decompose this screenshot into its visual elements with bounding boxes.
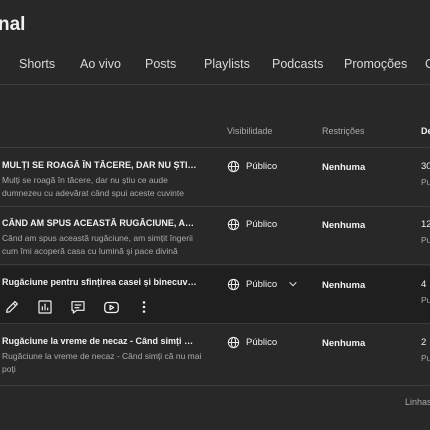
date-value: 12 — [421, 219, 430, 230]
date-status: Pu — [421, 353, 430, 363]
video-title[interactable]: CÂND AM SPUS ACEASTĂ RUGĂCIUNE, AM SI… — [2, 218, 197, 228]
video-title[interactable]: Rugăciune la vreme de necaz - Când simți… — [2, 336, 197, 346]
date-status: Pu — [421, 177, 430, 187]
visibility-label: Público — [246, 218, 278, 230]
row-divider — [0, 323, 430, 324]
globe-icon — [227, 218, 240, 230]
visibility-cell[interactable]: Público — [227, 159, 277, 173]
restriction-label: Nenhuma — [322, 162, 366, 173]
visibility-cell[interactable]: Público — [227, 335, 277, 349]
column-date[interactable]: De — [421, 126, 430, 136]
row-actions — [3, 298, 168, 316]
restriction-label: Nenhuma — [322, 280, 366, 291]
table-row[interactable]: Rugăciune la vreme de necaz - Când simți… — [0, 325, 430, 383]
rows-per-page-label: Linhas — [405, 397, 430, 407]
table-row-hovered[interactable]: Rugăciune pentru sfințirea casei și bine… — [0, 266, 430, 324]
visibility-cell[interactable]: Público — [227, 217, 277, 231]
tab-shorts[interactable]: Shorts — [19, 57, 55, 71]
date-status: Pu — [421, 295, 430, 305]
restriction-label: Nenhuma — [322, 338, 366, 349]
date-value: 2 — [421, 337, 427, 348]
edit-icon[interactable] — [3, 298, 21, 316]
analytics-icon[interactable] — [36, 298, 54, 316]
chevron-down-icon — [289, 281, 297, 287]
more-vert-icon[interactable] — [135, 298, 153, 316]
visibility-label: Público — [246, 336, 278, 348]
video-title[interactable]: Rugăciune pentru sfințirea casei și bine… — [2, 277, 197, 287]
channel-tabs: Shorts Ao vivo Posts Playlists Podcasts … — [0, 57, 430, 77]
globe-icon — [227, 336, 240, 348]
tab-podcasts[interactable]: Podcasts — [272, 57, 323, 71]
visibility-label: Público — [246, 278, 278, 290]
video-description: Mulți se roagă în tăcere, dar nu știu ce… — [2, 175, 184, 198]
comments-icon[interactable] — [69, 298, 87, 316]
tab-promotions[interactable]: Promoções — [344, 57, 407, 71]
date-value: 30 — [421, 161, 430, 172]
table-row[interactable]: CÂND AM SPUS ACEASTĂ RUGĂCIUNE, AM SI… C… — [0, 207, 430, 265]
video-title[interactable]: MULȚI SE ROAGĂ ÎN TĂCERE, DAR NU ȘTIU CE… — [2, 160, 197, 170]
date-status: Pu — [421, 235, 430, 245]
table-row[interactable]: MULȚI SE ROAGĂ ÎN TĂCERE, DAR NU ȘTIU CE… — [0, 149, 430, 207]
video-description: Când am spus această rugăciune, am simți… — [2, 233, 193, 256]
globe-icon — [227, 278, 240, 290]
tabs-divider — [0, 84, 430, 85]
youtube-icon[interactable] — [102, 298, 120, 316]
visibility-dropdown[interactable]: Público — [227, 277, 298, 291]
column-restrictions[interactable]: Restrições — [322, 126, 365, 136]
column-visibility[interactable]: Visibilidade — [227, 126, 272, 136]
date-value: 4 — [421, 279, 427, 290]
restriction-label: Nenhuma — [322, 220, 366, 231]
tab-posts[interactable]: Posts — [145, 57, 176, 71]
tab-playlists[interactable]: Playlists — [204, 57, 250, 71]
video-description: Rugăciune la vreme de necaz - Când simți… — [2, 351, 202, 374]
visibility-label: Público — [246, 160, 278, 172]
page-title: nal — [0, 14, 26, 35]
header-divider — [0, 147, 430, 148]
table-bottom-divider — [0, 385, 430, 386]
tab-live[interactable]: Ao vivo — [80, 57, 121, 71]
globe-icon — [227, 160, 240, 172]
tab-overflow[interactable]: C — [425, 57, 430, 71]
row-divider — [0, 264, 430, 265]
